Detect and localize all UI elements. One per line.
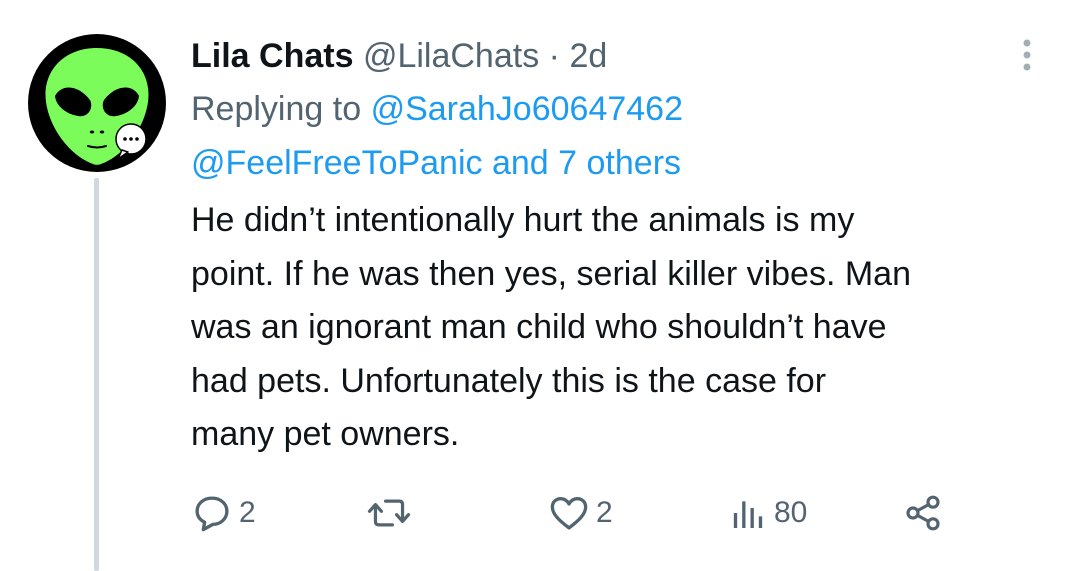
share-nodes-icon: [906, 495, 940, 531]
timestamp[interactable]: 2d: [569, 37, 607, 75]
reply-button[interactable]: 2: [191, 488, 256, 538]
user-handle[interactable]: @LilaChats: [363, 37, 539, 75]
bar-chart-icon: [733, 501, 763, 528]
display-name[interactable]: Lila Chats: [191, 37, 353, 75]
green-alien-face-icon: [28, 34, 166, 172]
reply-count: 2: [239, 496, 256, 529]
avatar[interactable]: [28, 34, 166, 172]
header-separator: ·: [548, 37, 560, 75]
views-count: 80: [774, 496, 808, 529]
reply-mention-feelfreetopanic[interactable]: @FeelFreeToPanic: [191, 144, 483, 182]
heart-icon: [550, 496, 588, 530]
tweet-header: Lila Chats @LilaChats · 2d: [191, 30, 1061, 82]
retweet-arrows-icon: [367, 499, 411, 527]
share-button[interactable]: [903, 488, 943, 538]
like-button[interactable]: 2: [548, 488, 613, 538]
replying-to-label: Replying to: [191, 90, 362, 128]
like-count: 2: [596, 496, 613, 529]
thread-line: [94, 178, 99, 571]
speech-bubble-icon: [195, 496, 229, 532]
tweet-content: Lila Chats @LilaChats · 2d Replying to @…: [191, 30, 1061, 462]
replying-to-line-1: Replying to @SarahJo60647462: [191, 82, 1061, 136]
reply-others-link[interactable]: and 7 others: [492, 144, 681, 182]
reply-mention-sarahjo[interactable]: @SarahJo60647462: [371, 90, 683, 128]
retweet-button[interactable]: [367, 488, 417, 538]
tweet-text: He didn’t intentionally hurt the animals…: [191, 201, 911, 453]
tweet[interactable]: Lila Chats @LilaChats · 2d Replying to @…: [0, 0, 1080, 571]
views-button[interactable]: 80: [728, 488, 807, 538]
replying-to-line-2: @FeelFreeToPanic and 7 others: [191, 136, 1061, 190]
tweet-actions: 2 2 80: [191, 488, 951, 538]
